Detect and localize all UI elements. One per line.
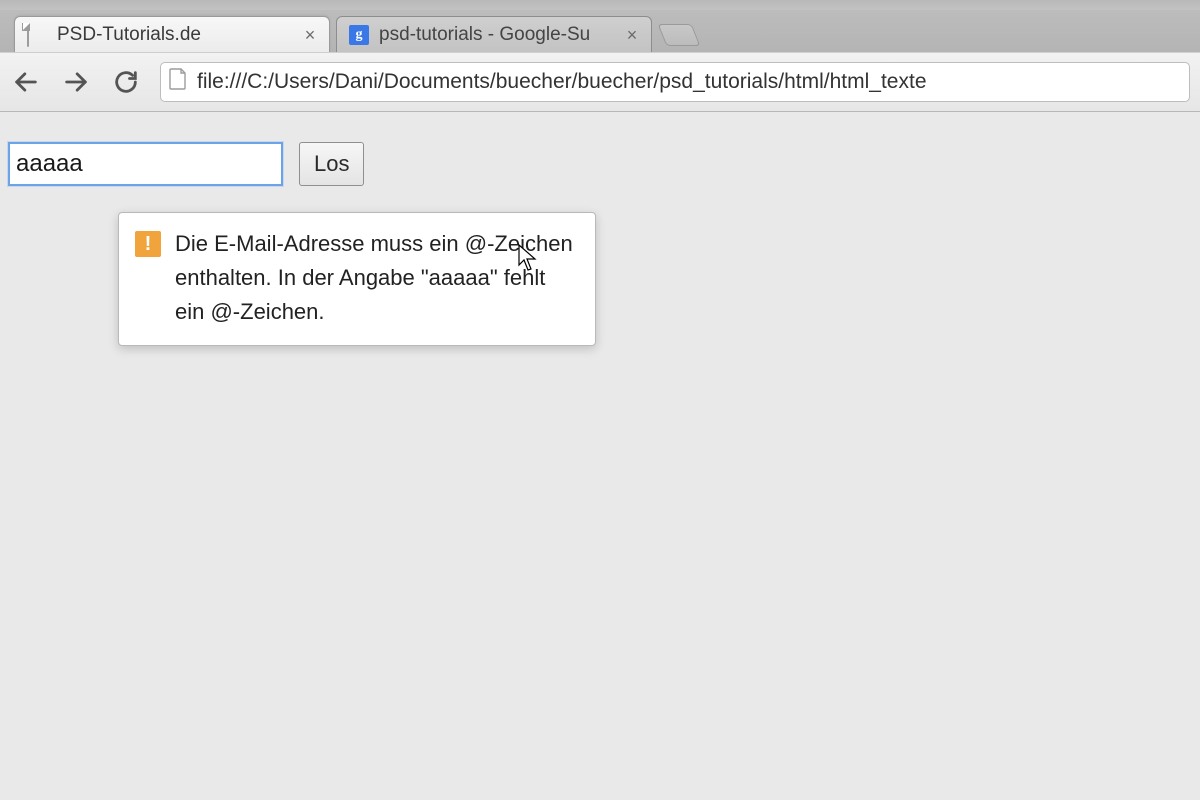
url-text: file:///C:/Users/Dani/Documents/buecher/… [197,70,927,94]
tab-strip: PSD-Tutorials.de × g psd-tutorials - Goo… [0,10,1200,52]
google-icon: g [349,25,369,45]
reload-button[interactable] [110,66,142,98]
page-icon [169,68,187,96]
form: Los [8,142,1192,186]
file-icon [27,25,47,45]
tab-title: PSD-Tutorials.de [57,24,295,46]
new-tab-button[interactable] [658,24,701,46]
validation-tooltip: ! Die E-Mail-Adresse muss ein @-Zeichen … [118,212,596,346]
tab-psd-tutorials[interactable]: PSD-Tutorials.de × [14,16,330,52]
validation-message: Die E-Mail-Adresse muss ein @-Zeichen en… [175,227,577,329]
window-titlebar [0,0,1200,10]
tab-title: psd-tutorials - Google-Su [379,24,617,46]
toolbar: file:///C:/Users/Dani/Documents/buecher/… [0,52,1200,112]
page-content: Los ! Die E-Mail-Adresse muss ein @-Zeic… [0,112,1200,800]
warning-icon: ! [135,231,161,257]
forward-button[interactable] [60,66,92,98]
submit-button[interactable]: Los [299,142,364,186]
close-icon[interactable]: × [623,26,641,44]
tab-google-search[interactable]: g psd-tutorials - Google-Su × [336,16,652,52]
email-field[interactable] [8,142,283,186]
close-icon[interactable]: × [301,26,319,44]
back-button[interactable] [10,66,42,98]
address-bar[interactable]: file:///C:/Users/Dani/Documents/buecher/… [160,62,1190,102]
